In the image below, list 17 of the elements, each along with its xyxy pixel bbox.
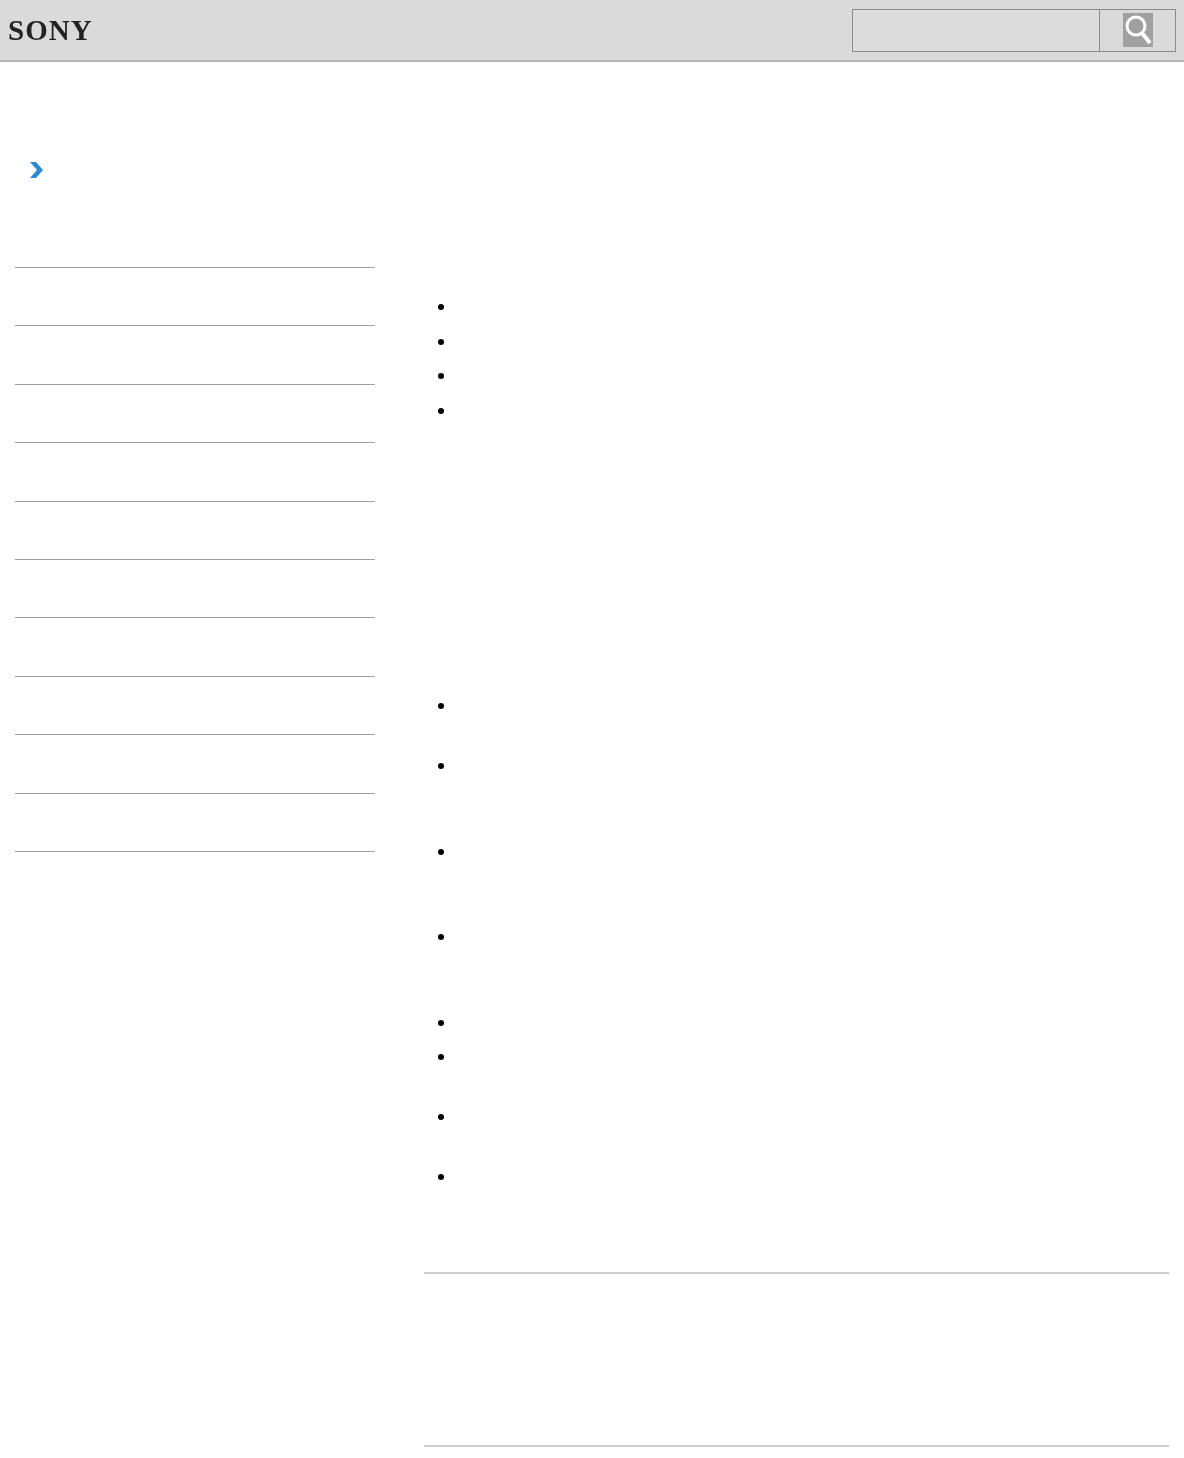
bullet-dot — [438, 934, 444, 940]
bullet-dot — [438, 1054, 444, 1060]
logo[interactable]: SONY — [8, 15, 93, 45]
search-button[interactable] — [1099, 8, 1176, 52]
bullet-dot — [438, 703, 444, 709]
bullet-dot — [438, 848, 444, 855]
bullet-dot — [438, 407, 444, 414]
bullet-dot — [438, 1019, 444, 1026]
search-icon — [1122, 13, 1153, 47]
bullet-dot — [438, 763, 444, 769]
bullet-dot — [438, 1114, 444, 1120]
search-field[interactable] — [852, 8, 1099, 52]
bullet-dot — [438, 373, 444, 379]
chevron-icon — [28, 161, 44, 179]
bullet-dot — [438, 338, 444, 345]
bullet-dot — [438, 304, 444, 310]
bullet-dot — [438, 1174, 444, 1180]
